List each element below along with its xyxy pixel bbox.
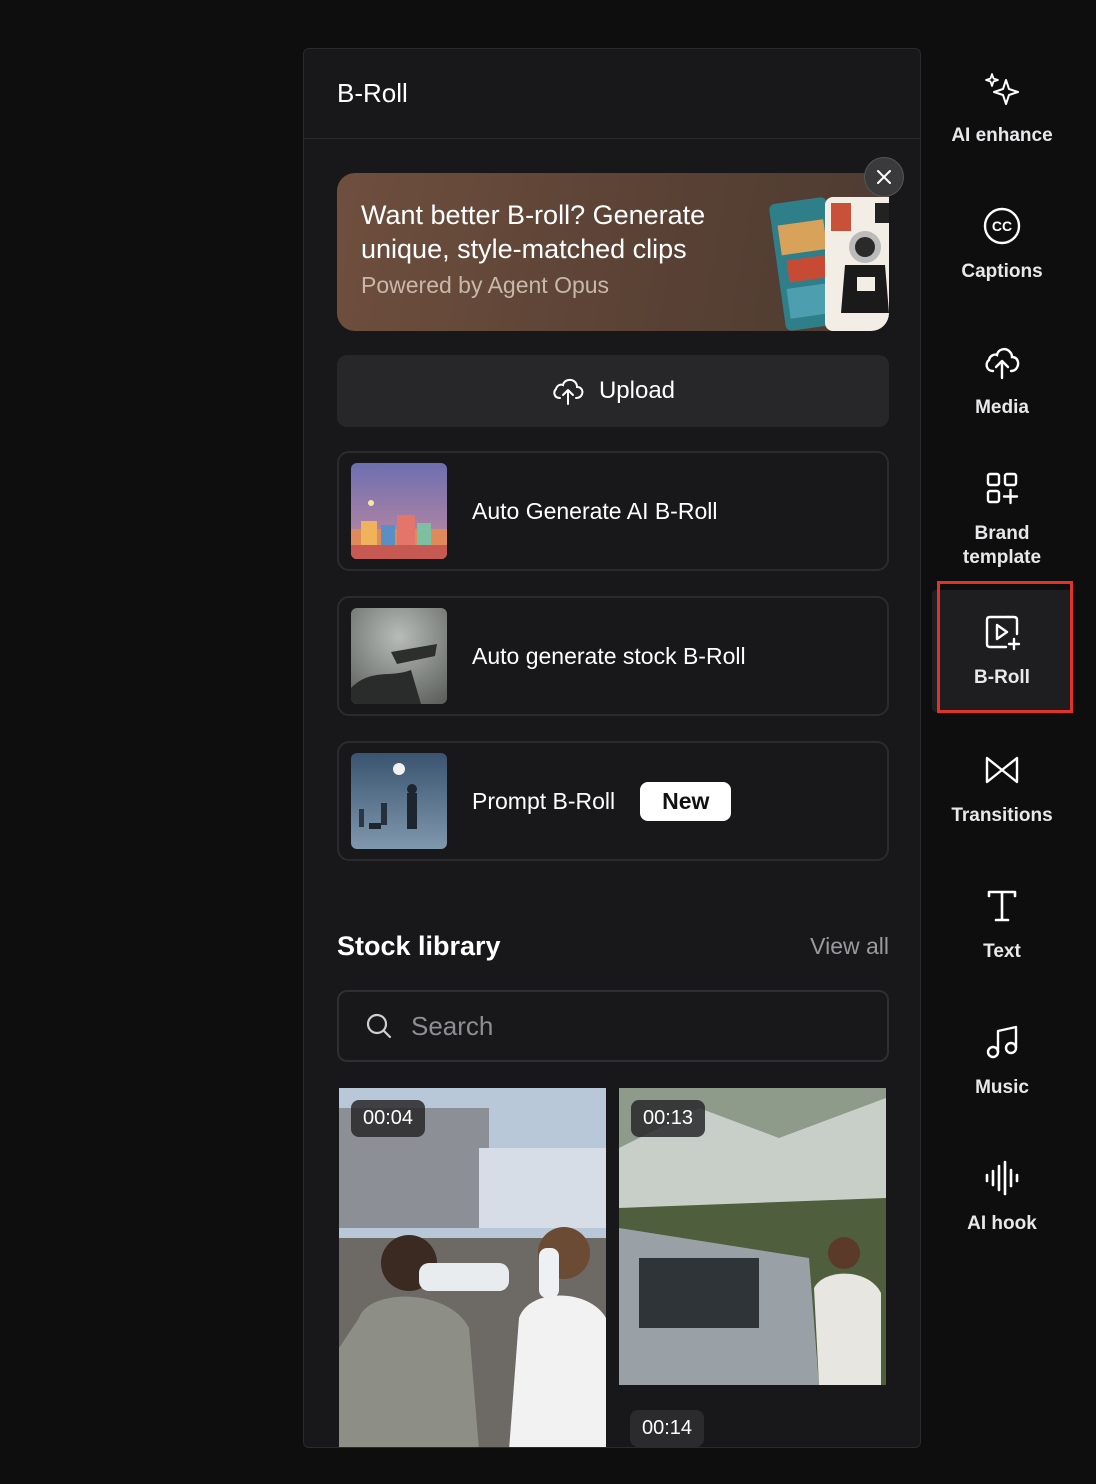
sidebar-item-transitions[interactable]: Transitions [932,750,1072,828]
sidebar-item-media[interactable]: Media [932,342,1072,420]
music-icon [982,1022,1022,1062]
sidebar-item-broll[interactable]: B-Roll [932,590,1072,712]
upload-button[interactable]: Upload [337,355,889,427]
sidebar-label: AI hook [967,1213,1037,1234]
search-icon [366,1013,392,1039]
cloud-upload-icon [982,342,1022,382]
panel-header: B-Roll [304,49,920,139]
promo-banner[interactable]: Want better B-roll? Generate unique, sty… [337,173,889,331]
promo-close-button[interactable] [864,157,904,197]
clip-duration[interactable]: 00:14 [630,1410,705,1447]
panel-title: B-Roll [337,78,408,108]
sparkles-icon [982,70,1022,110]
option-label: Auto Generate AI B-Roll [472,497,718,524]
promo-artwork [769,197,889,331]
app-root: B-Roll Want better B-roll? Generate uniq… [0,0,1096,1484]
sidebar-label: B-Roll [974,667,1030,688]
new-badge: New [640,781,732,821]
broll-panel: B-Roll Want better B-roll? Generate uniq… [303,48,921,1448]
stock-clip-card[interactable]: 00:13 [619,1088,886,1385]
option-label: Auto generate stock B-Roll [472,642,746,669]
stock-library-title: Stock library [337,931,501,961]
panel-content: Want better B-roll? Generate unique, sty… [337,157,904,1447]
auto-generate-ai-broll-option[interactable]: Auto Generate AI B-Roll [337,451,889,571]
waveform-icon [982,1158,1022,1198]
stock-library-header: Stock library View all [337,931,889,962]
clip-duration: 00:04 [351,1100,426,1137]
sidebar-item-ai-enhance[interactable]: AI enhance [932,70,1072,148]
stock-clip-thumbnail [339,1088,606,1447]
upload-label: Upload [598,377,676,404]
view-all-link[interactable]: View all [810,933,889,960]
clip-duration: 00:13 [631,1100,706,1137]
sidebar-label: Text [983,941,1021,962]
close-icon [877,170,891,184]
sidebar-label: Music [975,1077,1029,1098]
sidebar-label: Captions [961,261,1043,282]
prompt-broll-thumbnail [351,753,447,849]
sidebar-item-ai-hook[interactable]: AI hook [932,1158,1072,1236]
stock-clip-card[interactable]: 00:04 [339,1088,606,1447]
cc-icon: CC [982,206,1022,246]
transition-icon [982,750,1022,790]
grid-plus-icon [982,468,1022,508]
sidebar-item-text[interactable]: Text [932,886,1072,964]
auto-generate-stock-broll-option[interactable]: Auto generate stock B-Roll [337,596,889,716]
stock-clip-grid: 00:04 00:13 00:14 [337,1088,889,1447]
stock-broll-thumbnail [351,608,447,704]
sidebar-label: Transitions [951,805,1053,826]
sidebar-item-music[interactable]: Music [932,1022,1072,1100]
sidebar-item-captions[interactable]: CC Captions [932,206,1072,284]
svg-text:CC: CC [992,218,1012,234]
sidebar-label: Media [975,397,1029,418]
sidebar-label: AI enhance [951,125,1053,146]
ai-broll-thumbnail [351,463,447,559]
sidebar-label: Brand template [962,523,1042,568]
stock-search-box[interactable] [337,990,889,1062]
promo-subtitle: Powered by Agent Opus [361,272,610,298]
text-icon [982,886,1022,926]
video-plus-icon [982,612,1022,652]
prompt-broll-option[interactable]: Prompt B-Roll New [337,741,889,861]
promo-title: Want better B-roll? Generate unique, sty… [361,200,706,264]
option-label: Prompt B-Roll [472,787,616,814]
sidebar-item-brand-template[interactable]: Brand template [932,468,1072,570]
cloud-upload-icon [553,378,584,405]
search-input[interactable] [411,1010,871,1042]
